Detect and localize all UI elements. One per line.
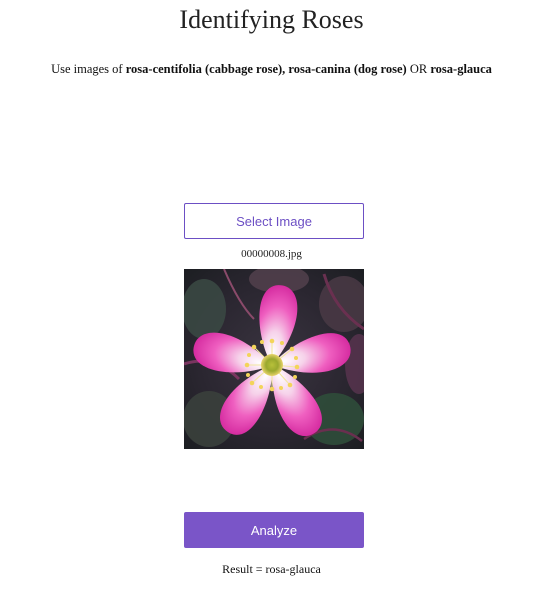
page-title: Identifying Roses xyxy=(179,5,364,34)
result-text: Result = rosa-glauca xyxy=(222,562,321,576)
option-rosa-centifolia: rosa-centifolia (cabbage rose) xyxy=(125,62,283,76)
instructions-prefix: Use images of xyxy=(51,62,126,76)
selected-filename: 00000008.jpg xyxy=(241,248,302,260)
rose-flower-image xyxy=(184,269,364,449)
image-preview xyxy=(184,269,364,449)
option-rosa-canina: rosa-canina (dog rose) xyxy=(288,62,407,76)
analyze-button[interactable]: Analyze xyxy=(184,512,364,548)
option-rosa-glauca: rosa-glauca xyxy=(430,62,492,76)
instructions-or: OR xyxy=(406,62,431,76)
select-image-button[interactable]: Select Image xyxy=(184,203,364,239)
instructions-text: Use images of rosa-centifolia (cabbage r… xyxy=(0,62,543,77)
